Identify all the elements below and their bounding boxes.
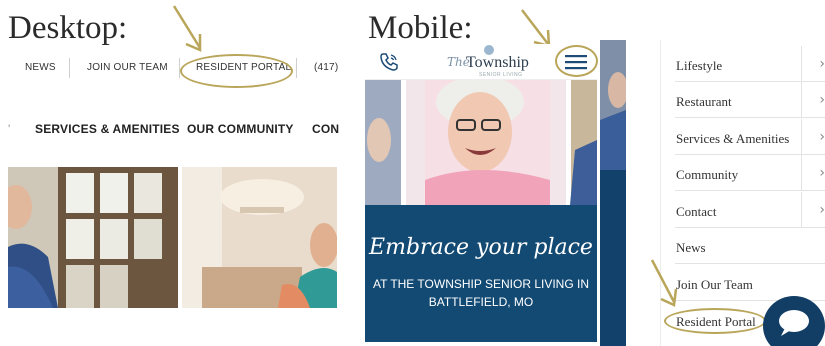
- chevron-right-icon[interactable]: ›: [801, 82, 825, 118]
- chevron-right-icon[interactable]: ›: [801, 155, 825, 191]
- menu-item-lifestyle[interactable]: Lifestyle ›: [675, 46, 825, 82]
- mainnav-contact[interactable]: CON: [312, 122, 339, 136]
- chevron-right-icon[interactable]: ›: [801, 119, 825, 155]
- menu-item-contact[interactable]: Contact ›: [675, 192, 825, 228]
- topnav-news[interactable]: NEWS: [25, 62, 56, 73]
- hamburger-highlight: [555, 45, 598, 77]
- topnav-phone[interactable]: (417): [314, 62, 338, 73]
- menu-item-community[interactable]: Community ›: [675, 155, 825, 191]
- menu-item-label: Community: [676, 167, 739, 182]
- phone-icon[interactable]: [379, 52, 399, 72]
- menu-item-label: Contact: [676, 204, 717, 219]
- mainnav-services-amenities[interactable]: SERVICES & AMENITIES: [35, 122, 180, 136]
- menu-item-restaurant[interactable]: Restaurant ›: [675, 82, 825, 118]
- chevron-right-icon[interactable]: ›: [801, 46, 825, 82]
- mainnav-fragment[interactable]: ': [8, 122, 11, 136]
- menu-item-join-our-team[interactable]: Join Our Team: [675, 265, 825, 301]
- topnav-join-our-team[interactable]: JOIN OUR TEAM: [87, 62, 168, 73]
- banner-subtitle-line2: BATTLEFIELD, MO: [428, 295, 534, 309]
- menu-item-label: Restaurant: [676, 94, 732, 109]
- desktop-main-nav: ' SERVICES & AMENITIES OUR COMMUNITY CON: [0, 118, 340, 140]
- mobile-hero-photo: [365, 80, 597, 205]
- menu-item-news[interactable]: News: [675, 228, 825, 264]
- chat-bubble-icon: [779, 310, 809, 336]
- chevron-right-icon[interactable]: ›: [801, 192, 825, 228]
- menu-item-services-amenities[interactable]: Services & Amenities ›: [675, 119, 825, 155]
- arrow-annotation-icon: [172, 5, 202, 52]
- banner-script-title: Embrace your place: [369, 235, 593, 260]
- menu-item-label: News: [676, 240, 706, 255]
- desktop-photo-right: [182, 167, 337, 308]
- resident-portal-highlight: [180, 54, 293, 88]
- menu-item-label: Services & Amenities: [676, 131, 790, 146]
- topnav-divider: [69, 58, 70, 78]
- banner-subtitle-line1: AT THE TOWNSHIP SENIOR LIVING IN: [372, 277, 590, 291]
- topnav-divider: [296, 58, 297, 78]
- mobile-heading: Mobile:: [368, 10, 473, 46]
- mobile-overlay-backdrop: [600, 40, 626, 346]
- mobile-hero-banner: Embrace your place AT THE TOWNSHIP SENIO…: [365, 205, 597, 342]
- desktop-photo-left: [8, 167, 178, 308]
- mainnav-our-community[interactable]: OUR COMMUNITY: [187, 122, 294, 136]
- resident-portal-menu-highlight: [664, 308, 766, 334]
- site-logo[interactable]: The Township SENIOR LIVING: [445, 44, 537, 80]
- logo-tagline: SENIOR LIVING: [479, 72, 523, 78]
- logo-name: Township: [466, 54, 529, 71]
- arrow-annotation-icon: [650, 259, 678, 307]
- menu-item-label: Join Our Team: [676, 277, 753, 292]
- menu-item-label: Lifestyle: [676, 58, 723, 73]
- desktop-heading: Desktop:: [8, 10, 128, 46]
